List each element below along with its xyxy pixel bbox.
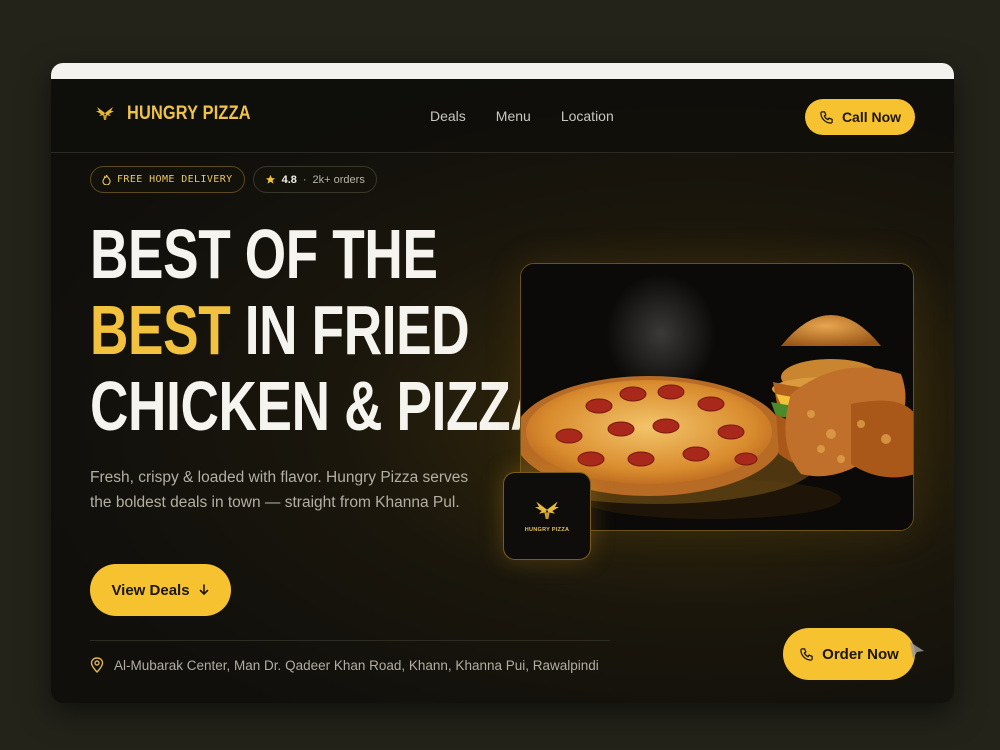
call-now-label: Call Now	[841, 109, 902, 125]
nav-link-menu[interactable]: Menu	[496, 108, 531, 124]
phone-icon	[820, 110, 833, 124]
logo-card-text: HUNGRY PIZZA	[524, 527, 570, 533]
logo-card: HUNGRY PIZZA	[503, 472, 591, 560]
nav-link-location[interactable]: Location	[561, 108, 614, 124]
star-icon	[265, 174, 275, 184]
hero-description: Fresh, crispy & loaded with flavor. Hung…	[90, 469, 469, 511]
order-now-label: Order Now	[822, 645, 899, 663]
rating-badge: 4.8 · 2k+ orders	[252, 166, 377, 193]
location-pin-icon	[90, 657, 104, 673]
headline-line-1: BEST OF THE	[90, 215, 438, 293]
call-now-button[interactable]: Call Now	[805, 99, 915, 135]
view-deals-label: View Deals	[111, 581, 190, 599]
footer-divider	[90, 640, 610, 641]
nav-link-deals[interactable]: Deals	[430, 108, 466, 124]
headline-line-2-rest: IN FRIED	[230, 291, 470, 369]
address-text: Al-Mubarak Center, Man Dr. Qadeer Khan R…	[114, 657, 599, 673]
eagle-wings-icon	[96, 107, 114, 120]
eagle-wings-icon	[535, 501, 559, 519]
view-deals-button[interactable]: View Deals	[90, 564, 231, 616]
cursor-pointer-icon	[910, 642, 924, 659]
arrow-down-icon	[199, 584, 208, 596]
nav-links: Deals Menu Location	[430, 108, 614, 124]
fire-icon	[102, 174, 111, 185]
headline-highlight: BEST	[90, 291, 231, 369]
badges: FREE HOME DELIVERY 4.8 · 2k+ orders	[90, 166, 377, 193]
headline-line-2: BEST IN FRIED	[90, 292, 548, 368]
phone-icon	[800, 647, 813, 661]
address-row: Al-Mubarak Center, Man Dr. Qadeer Khan R…	[90, 657, 599, 673]
headline-line-3: CHICKEN & PIZZA	[90, 367, 549, 445]
order-now-button[interactable]: Order Now	[783, 628, 915, 680]
brand[interactable]: HUNGRY PIZZA	[95, 103, 271, 125]
free-delivery-label: FREE HOME DELIVERY	[117, 174, 233, 185]
free-delivery-badge: FREE HOME DELIVERY	[90, 166, 245, 193]
navbar: HUNGRY PIZZA Deals Menu Location Call No…	[51, 79, 954, 153]
rating-value: 4.8	[281, 173, 297, 186]
app-window: HUNGRY PIZZA Deals Menu Location Call No…	[51, 63, 954, 703]
brand-name: HUNGRY PIZZA	[127, 103, 251, 124]
browser-top-bar	[51, 63, 954, 79]
orders-count: 2k+ orders	[312, 173, 365, 186]
rating-separator: ·	[302, 173, 307, 186]
